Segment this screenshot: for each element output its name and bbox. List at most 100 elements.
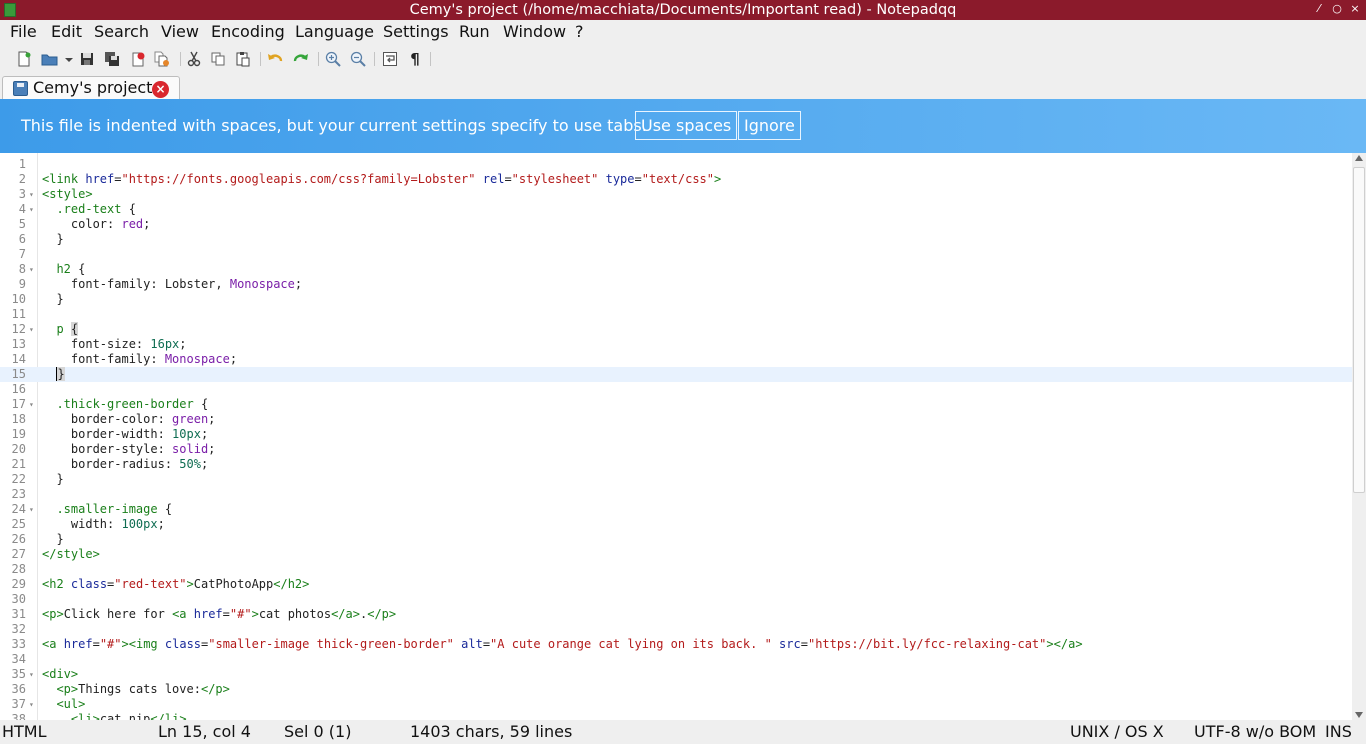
undo-button[interactable] (265, 49, 285, 69)
scroll-down-icon[interactable] (1355, 712, 1363, 718)
fold-marker-icon[interactable]: ▾ (29, 262, 34, 277)
cut-button[interactable] (184, 49, 204, 69)
close-all-button[interactable] (152, 49, 172, 69)
status-insert-mode[interactable]: INS (1325, 722, 1352, 742)
redo-icon (293, 54, 308, 62)
scrollbar-thumb[interactable] (1353, 167, 1365, 493)
code-line[interactable]: 38 <li>cat nip</li> (0, 712, 1352, 720)
menu-settings[interactable]: Settings (383, 22, 449, 42)
code-line[interactable]: 5 color: red; (0, 217, 1352, 232)
code-line[interactable]: 36 <p>Things cats love:</p> (0, 682, 1352, 697)
save-all-button[interactable] (102, 49, 122, 69)
fold-marker-icon[interactable]: ▾ (29, 187, 34, 202)
code-line[interactable]: 2 <link href="https://fonts.googleapis.co… (0, 172, 1352, 187)
code-line[interactable]: 25 width: 100px; (0, 517, 1352, 532)
use-spaces-button[interactable]: Use spaces (635, 111, 738, 140)
close-tab-icon[interactable]: × (152, 81, 169, 98)
fold-marker-icon[interactable]: ▾ (29, 397, 34, 412)
code-line[interactable]: 20 border-style: solid; (0, 442, 1352, 457)
code-line[interactable]: 16 (0, 382, 1352, 397)
code-text: <h2 class="red-text">CatPhotoApp</h2> (42, 577, 310, 591)
show-whitespace-button[interactable]: ¶ (405, 49, 425, 69)
fold-marker-icon[interactable]: ▾ (29, 202, 34, 217)
status-language[interactable]: HTML (2, 722, 47, 742)
code-editor[interactable]: 1 2 <link href="https://fonts.googleapis.c… (0, 153, 1352, 720)
code-line[interactable]: 31 <p>Click here for <a href="#">cat phot… (0, 607, 1352, 622)
code-line[interactable]: 17 ▾ .thick-green-border { (0, 397, 1352, 412)
copy-icon (211, 52, 225, 66)
fold-marker-icon[interactable]: ▾ (29, 322, 34, 337)
code-line[interactable]: 27 </style> (0, 547, 1352, 562)
tab-cemys-project[interactable]: Cemy's project × (2, 76, 180, 101)
menu-encoding[interactable]: Encoding (211, 22, 285, 42)
fold-marker-icon[interactable]: ▾ (29, 502, 34, 517)
code-line[interactable]: 8 ▾ h2 { (0, 262, 1352, 277)
code-line[interactable]: 23 (0, 487, 1352, 502)
code-line[interactable]: 15 } (0, 367, 1352, 382)
word-wrap-button[interactable] (380, 49, 400, 69)
line-number: 31 (11, 607, 26, 621)
close-file-icon (132, 52, 145, 67)
code-line[interactable]: 35 ▾ <div> (0, 667, 1352, 682)
code-line[interactable]: 11 (0, 307, 1352, 322)
code-line[interactable]: 18 border-color: green; (0, 412, 1352, 427)
code-line[interactable]: 34 (0, 652, 1352, 667)
new-file-button[interactable] (14, 49, 34, 69)
fold-marker-icon[interactable]: ▾ (29, 667, 34, 682)
menu-view[interactable]: View (161, 22, 199, 42)
menu-help[interactable]: ? (575, 22, 584, 42)
code-line[interactable]: 7 (0, 247, 1352, 262)
zoom-out-button[interactable] (348, 49, 368, 69)
code-line[interactable]: 21 border-radius: 50%; (0, 457, 1352, 472)
maximize-button[interactable]: ○ (1330, 2, 1344, 16)
code-line[interactable]: 19 border-width: 10px; (0, 427, 1352, 442)
code-line[interactable]: 13 font-size: 16px; (0, 337, 1352, 352)
code-line[interactable]: 3 ▾ <style> (0, 187, 1352, 202)
code-line[interactable]: 24 ▾ .smaller-image { (0, 502, 1352, 517)
zoom-in-button[interactable] (323, 49, 343, 69)
code-line[interactable]: 28 (0, 562, 1352, 577)
minimize-button[interactable]: ⁄ (1312, 2, 1326, 16)
code-text: border-style: solid; (42, 442, 216, 456)
line-number: 22 (11, 472, 26, 486)
code-line[interactable]: 33 <a href="#"><img class="smaller-image … (0, 637, 1352, 652)
line-number: 1 (18, 157, 26, 171)
line-number: 27 (11, 547, 26, 561)
menu-language[interactable]: Language (295, 22, 374, 42)
close-window-button[interactable]: × (1348, 2, 1362, 16)
status-line-endings[interactable]: UNIX / OS X (1070, 722, 1164, 742)
line-number: 23 (11, 487, 26, 501)
code-line[interactable]: 22 } (0, 472, 1352, 487)
copy-button[interactable] (208, 49, 228, 69)
menu-edit[interactable]: Edit (51, 22, 82, 42)
save-button[interactable] (77, 49, 97, 69)
code-lines[interactable]: 1 2 <link href="https://fonts.googleapis.c… (0, 157, 1352, 720)
code-line[interactable]: 1 (0, 157, 1352, 172)
line-number: 26 (11, 532, 26, 546)
redo-button[interactable] (291, 49, 311, 69)
code-line[interactable]: 14 font-family: Monospace; (0, 352, 1352, 367)
paste-button[interactable] (233, 49, 253, 69)
status-encoding[interactable]: UTF-8 w/o BOM (1194, 722, 1316, 742)
vertical-scrollbar[interactable] (1352, 153, 1366, 720)
code-line[interactable]: 37 ▾ <ul> (0, 697, 1352, 712)
code-line[interactable]: 12 ▾ p { (0, 322, 1352, 337)
code-line[interactable]: 26 } (0, 532, 1352, 547)
menu-window[interactable]: Window (503, 22, 566, 42)
code-line[interactable]: 30 (0, 592, 1352, 607)
fold-marker-icon[interactable]: ▾ (29, 697, 34, 712)
ignore-button[interactable]: Ignore (738, 111, 801, 140)
code-line[interactable]: 9 font-family: Lobster, Monospace; (0, 277, 1352, 292)
code-line[interactable]: 10 } (0, 292, 1352, 307)
scroll-up-icon[interactable] (1355, 155, 1363, 161)
menu-search[interactable]: Search (94, 22, 149, 42)
line-number: 2 (18, 172, 26, 186)
open-file-button[interactable] (40, 49, 74, 69)
code-line[interactable]: 4 ▾ .red-text { (0, 202, 1352, 217)
close-file-button[interactable] (128, 49, 148, 69)
code-line[interactable]: 29 <h2 class="red-text">CatPhotoApp</h2> (0, 577, 1352, 592)
code-line[interactable]: 6 } (0, 232, 1352, 247)
code-line[interactable]: 32 (0, 622, 1352, 637)
menu-file[interactable]: File (10, 22, 37, 42)
menu-run[interactable]: Run (459, 22, 490, 42)
